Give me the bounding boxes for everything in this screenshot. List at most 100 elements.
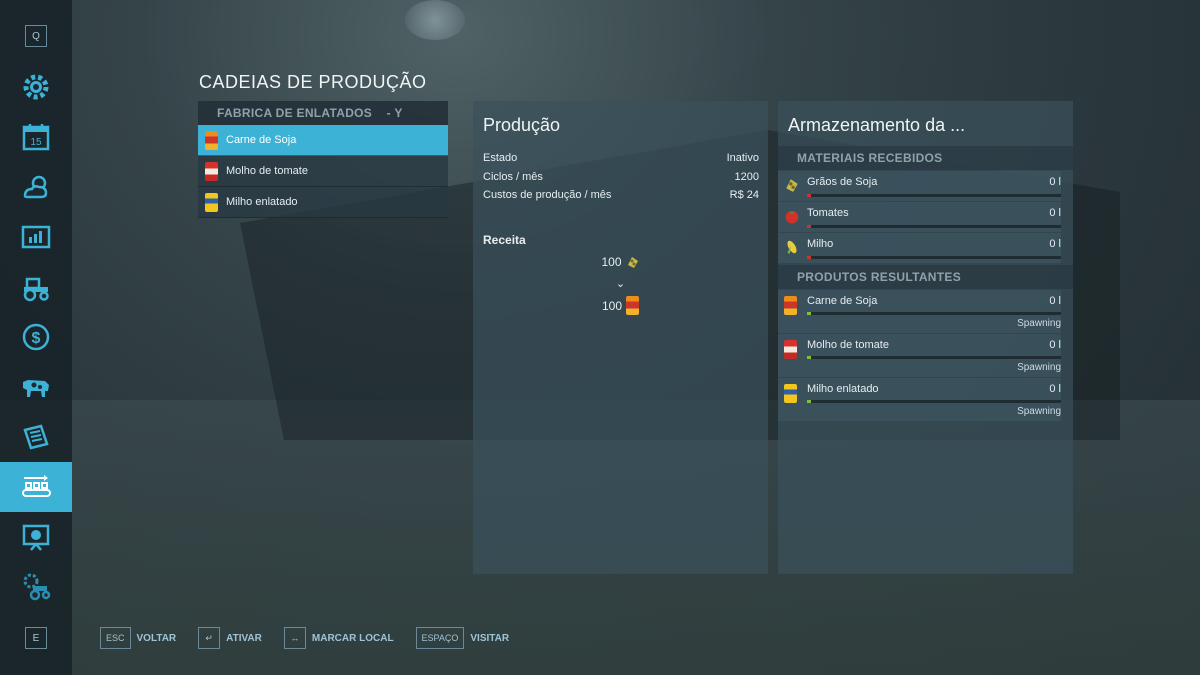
storage-item-amount: 0 l — [1049, 383, 1061, 395]
storage-item-name: Tomates — [807, 207, 849, 219]
nav-vehicles[interactable] — [0, 262, 72, 312]
page-title: CADEIAS DE PRODUÇÃO — [199, 72, 427, 92]
output-mode[interactable]: Spawning — [1017, 406, 1061, 417]
recipe-output-amount: 100 — [601, 298, 623, 313]
calendar-icon: 15 — [22, 124, 50, 151]
storage-fill-bar — [807, 356, 1061, 359]
storage-item-amount: 0 l — [1049, 176, 1061, 188]
cow-icon — [23, 380, 49, 397]
fill-indicator — [807, 400, 811, 403]
stat-row-cycles: Ciclos / mês 1200 — [483, 171, 759, 183]
resulting-products-header: PRODUTOS RESULTANTES — [778, 265, 1073, 289]
storage-item-amount: 0 l — [1049, 238, 1061, 250]
hint-key: ESPAÇO — [415, 627, 465, 649]
nav-animals[interactable] — [0, 362, 72, 412]
storage-item-name: Milho enlatado — [807, 383, 879, 395]
chain-item-milho-enlatado[interactable]: Milho enlatado — [198, 187, 448, 218]
svg-text:$: $ — [32, 330, 41, 347]
stat-row-costs: Custos de produção / mês R$ 24 — [483, 189, 759, 201]
recipe-arrow: ⌄ — [615, 278, 626, 290]
hint-activate[interactable]: ↵ ATIVAR — [198, 627, 262, 649]
storage-item-amount: 0 l — [1049, 207, 1061, 219]
storage-item-amount: 0 l — [1049, 339, 1061, 351]
production-chain-list: FABRICA DE ENLATADOS - Y Carne de Soja M… — [198, 101, 448, 218]
nav-contracts[interactable] — [0, 412, 72, 462]
svg-text:15: 15 — [30, 137, 42, 148]
stat-value: 1200 — [734, 171, 759, 183]
chain-item-label: Milho enlatado — [226, 196, 298, 208]
fill-indicator — [807, 356, 811, 359]
stat-label: Estado — [483, 152, 518, 164]
output-mode[interactable]: Spawning — [1017, 362, 1061, 373]
nav-help[interactable] — [0, 512, 72, 562]
stat-value: R$ 24 — [729, 189, 759, 201]
chain-item-label: Molho de tomate — [226, 165, 308, 177]
storage-row-milho-enlatado: Milho enlatado 0 l Spawning — [778, 378, 1061, 421]
storage-fill-bar — [807, 400, 1061, 403]
storage-row-tomatoes: Tomates 0 l — [778, 202, 1061, 232]
hint-key: ↵ — [198, 627, 221, 649]
sidebar: Q 15 $ E — [0, 0, 72, 675]
hint-label: VOLTAR — [136, 632, 177, 644]
storage-item-name: Milho — [807, 238, 834, 250]
settings-tractor-icon — [23, 573, 51, 601]
soja-can-icon — [626, 296, 640, 315]
hint-label: VISITAR — [470, 632, 510, 644]
nav-weather[interactable] — [0, 162, 72, 212]
hint-visit[interactable]: ESPAÇO VISITAR — [415, 627, 510, 649]
storage-item-name: Carne de Soja — [807, 295, 878, 307]
hint-key: ESC — [100, 627, 131, 649]
next-page-key[interactable]: E — [25, 627, 47, 649]
production-panel: Produção Estado Inativo Ciclos / mês 120… — [473, 101, 768, 574]
nav-calendar[interactable]: 15 — [0, 112, 72, 162]
nav-settings[interactable] — [0, 62, 72, 112]
stat-label: Custos de produção / mês — [483, 189, 612, 201]
nav-production[interactable] — [0, 462, 72, 512]
help-icon — [22, 524, 50, 551]
fill-indicator — [807, 312, 811, 315]
fill-indicator — [807, 256, 811, 259]
fill-indicator — [807, 225, 811, 228]
storage-row-molho-de-tomate: Molho de tomate 0 l Spawning — [778, 334, 1061, 377]
storage-panel: Armazenamento da ... MATERIAIS RECEBIDOS… — [778, 101, 1073, 574]
tomato-icon — [785, 210, 799, 224]
soybean-icon — [627, 257, 638, 268]
received-materials-header: MATERIAIS RECEBIDOS — [778, 146, 1073, 170]
soja-can-icon — [205, 130, 218, 150]
money-icon: $ — [22, 323, 50, 351]
storage-row-corn: Milho 0 l — [778, 233, 1061, 263]
storage-fill-bar — [807, 225, 1061, 228]
hint-back[interactable]: ESC VOLTAR — [100, 627, 176, 649]
recipe-title: Receita — [483, 233, 526, 247]
contracts-icon — [23, 424, 49, 450]
corn-icon — [787, 240, 797, 254]
recipe-input: 100 — [473, 255, 768, 269]
corn-can-icon — [205, 192, 218, 212]
output-mode[interactable]: Spawning — [1017, 318, 1061, 329]
storage-item-name: Grãos de Soja — [807, 176, 878, 188]
tractor-icon — [23, 277, 49, 302]
corn-can-icon — [784, 384, 797, 403]
hint-mark-location[interactable]: ↔ MARCAR LOCAL — [283, 627, 394, 649]
hint-label: MARCAR LOCAL — [311, 632, 394, 644]
chain-item-molho-de-tomate[interactable]: Molho de tomate — [198, 156, 448, 187]
gear-icon — [23, 74, 49, 100]
storage-item-name: Molho de tomate — [807, 339, 889, 351]
storage-row-carne-de-soja: Carne de Soja 0 l Spawning — [778, 290, 1061, 333]
stat-row-state: Estado Inativo — [483, 152, 759, 164]
nav-finances[interactable]: $ — [0, 312, 72, 362]
soja-can-icon — [784, 296, 797, 315]
stat-label: Ciclos / mês — [483, 171, 543, 183]
prev-page-key[interactable]: Q — [25, 25, 47, 47]
chain-item-carne-de-soja[interactable]: Carne de Soja — [198, 125, 448, 156]
weather-icon — [23, 175, 48, 199]
hint-key: ↔ — [283, 627, 306, 649]
chain-header-key: - Y — [386, 106, 403, 120]
soybean-icon — [786, 179, 798, 192]
nav-statistics[interactable] — [0, 212, 72, 262]
production-title: Produção — [483, 115, 561, 135]
input-hints-bar: ESC VOLTAR ↵ ATIVAR ↔ MARCAR LOCAL ESPAÇ… — [100, 627, 531, 649]
chart-icon — [21, 225, 51, 249]
storage-fill-bar — [807, 312, 1061, 315]
nav-game-settings[interactable] — [0, 562, 72, 612]
